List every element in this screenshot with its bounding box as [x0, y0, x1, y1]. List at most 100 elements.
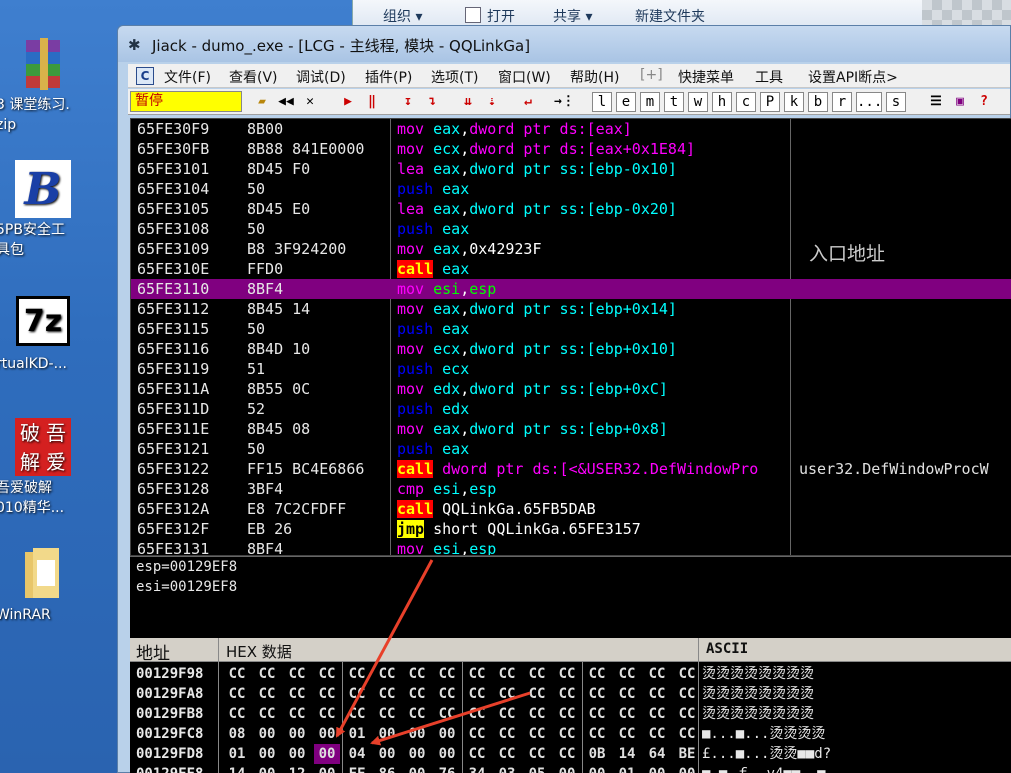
menu-shortcuts[interactable]: 快捷菜单 — [678, 67, 734, 87]
windows-button[interactable]: w — [688, 92, 708, 112]
hex-byte[interactable]: CC — [644, 684, 670, 704]
executable-modules-button[interactable]: e — [616, 92, 636, 112]
threads-button[interactable]: t — [664, 92, 684, 112]
hex-byte[interactable]: 01 — [344, 724, 370, 744]
hex-byte[interactable]: 00 — [584, 764, 610, 773]
menu-tools[interactable]: 工具 — [755, 67, 783, 87]
hex-byte[interactable]: CC — [494, 704, 520, 724]
hex-byte[interactable]: CC — [224, 664, 250, 684]
cpu-button[interactable]: c — [736, 92, 756, 112]
dump-row[interactable]: 00129FE8 14 00 12 00 FF 86 00 76 34 03 05 00 00 01 00 00… — [130, 764, 870, 773]
hex-byte[interactable]: CC — [674, 664, 700, 684]
pause-icon[interactable]: ‖ — [362, 92, 382, 112]
hex-byte[interactable]: 01 — [614, 764, 640, 773]
hex-byte[interactable]: CC — [614, 684, 640, 704]
disasm-row[interactable]: 65FE3116 8B4D 10 mov ecx,dword ptr ss:[ebp… — [131, 339, 1011, 359]
close-icon[interactable]: ✕ — [300, 92, 320, 112]
desktop-icon-5pb[interactable]: B 5PB安全工 具包 — [0, 160, 86, 260]
source-button[interactable]: s — [886, 92, 906, 112]
hex-byte[interactable]: 00 — [434, 744, 460, 764]
help-icon[interactable]: ? — [974, 92, 994, 112]
hex-byte[interactable]: 00 — [644, 764, 670, 773]
restart-icon[interactable]: ◀◀ — [276, 92, 296, 112]
hex-byte[interactable]: 03 — [494, 764, 520, 773]
hex-byte[interactable]: CC — [524, 704, 550, 724]
hex-byte[interactable]: CC — [524, 724, 550, 744]
menu-window[interactable]: 窗口(W) — [498, 67, 551, 87]
hex-byte[interactable]: CC — [344, 704, 370, 724]
disasm-row[interactable]: 65FE311A 8B55 0C mov edx,dword ptr ss:[ebp… — [131, 379, 1011, 399]
hex-byte[interactable]: CC — [284, 704, 310, 724]
hex-byte[interactable]: CC — [464, 684, 490, 704]
dump-row[interactable]: 00129F98 CC CC CC CC CC CC CC CC CC CC CC CC CC CC CC CC… — [130, 664, 870, 684]
memory-map-button[interactable]: m — [640, 92, 660, 112]
hex-byte[interactable]: CC — [464, 664, 490, 684]
hex-byte[interactable]: CC — [554, 744, 580, 764]
menu-file[interactable]: 文件(F) — [164, 67, 211, 87]
disasm-row[interactable]: 65FE311E 8B45 08 mov eax,dword ptr ss:[ebp… — [131, 419, 1011, 439]
hex-byte[interactable]: 00 — [314, 724, 340, 744]
hex-byte[interactable]: CC — [434, 684, 460, 704]
menu-api-breakpoint[interactable]: 设置API断点> — [808, 67, 898, 87]
disasm-row[interactable]: 65FE3128 3BF4 cmp esi,esp — [131, 479, 1011, 499]
hex-byte[interactable]: CC — [524, 664, 550, 684]
hex-byte[interactable]: 14 — [614, 744, 640, 764]
disasm-row[interactable]: 65FE312A E8 7C2CFDFF call QQLinkGa.65FB5DA… — [131, 499, 1011, 519]
hex-byte[interactable]: 00 — [284, 724, 310, 744]
dump-header-ascii[interactable]: ASCII — [706, 641, 748, 657]
run-trace-button[interactable]: ... — [856, 92, 882, 112]
hex-byte[interactable]: CC — [494, 744, 520, 764]
hex-byte[interactable]: 00 — [404, 744, 430, 764]
hex-byte[interactable]: 00 — [254, 724, 280, 744]
menu-view[interactable]: 查看(V) — [229, 67, 278, 87]
hex-byte[interactable]: CC — [434, 664, 460, 684]
menu-debug[interactable]: 调试(D) — [296, 67, 346, 87]
open-file-icon[interactable]: ▰ — [252, 92, 272, 112]
dump-row[interactable]: 00129FC8 08 00 00 00 01 00 00 00 CC CC CC CC CC CC CC CC… — [130, 724, 870, 744]
hex-byte[interactable]: 04 — [344, 744, 370, 764]
hex-byte[interactable]: CC — [314, 684, 340, 704]
hex-byte[interactable]: 34 — [464, 764, 490, 773]
hex-byte[interactable]: CC — [494, 664, 520, 684]
hex-byte[interactable]: CC — [584, 704, 610, 724]
hex-byte[interactable]: 00 — [674, 764, 700, 773]
hex-byte[interactable]: 00 — [284, 744, 310, 764]
hex-byte[interactable]: CC — [374, 684, 400, 704]
run-icon[interactable]: ▶ — [338, 92, 358, 112]
hex-byte[interactable]: CC — [494, 724, 520, 744]
hex-byte[interactable]: 00 — [254, 764, 280, 773]
hex-byte[interactable]: 00 — [404, 764, 430, 773]
hex-byte[interactable]: CC — [644, 724, 670, 744]
disasm-row[interactable]: 65FE30FB 8B88 841E0000 mov ecx,dword ptr d… — [131, 139, 1011, 159]
desktop-icon-zip[interactable]: 3 课堂练习. zip — [0, 35, 86, 135]
dump-row[interactable]: 00129FA8 CC CC CC CC CC CC CC CC CC CC CC CC CC CC CC CC… — [130, 684, 870, 704]
hex-byte[interactable]: CC — [524, 684, 550, 704]
disasm-row[interactable]: 65FE3112 8B45 14 mov eax,dword ptr ss:[ebp… — [131, 299, 1011, 319]
hex-byte[interactable]: CC — [554, 684, 580, 704]
dump-header-address[interactable]: 地址 — [136, 639, 170, 664]
dump-row[interactable]: 00129FD8 01 00 00 00 04 00 00 00 CC CC CC CC 0B 14 64 BE… — [130, 744, 870, 764]
desktop-icon-52pojie[interactable]: 破吾解爱 吾爱破解 010精华... — [0, 418, 86, 518]
disasm-row[interactable]: 65FE3122 FF15 BC4E6866 call dword ptr ds:[… — [131, 459, 1011, 479]
share-menu[interactable]: 共享 ▾ — [553, 6, 592, 26]
hex-byte[interactable]: 00 — [554, 764, 580, 773]
hex-byte[interactable]: FF — [344, 764, 370, 773]
hex-byte[interactable]: 76 — [434, 764, 460, 773]
hex-byte[interactable]: CC — [464, 744, 490, 764]
menu-help[interactable]: 帮助(H) — [570, 67, 619, 87]
hex-byte[interactable]: CC — [284, 664, 310, 684]
settings-icon[interactable]: ▣ — [950, 92, 970, 112]
hex-byte[interactable]: CC — [374, 664, 400, 684]
disasm-row[interactable]: 65FE3104 50 push eax — [131, 179, 1011, 199]
hex-byte[interactable]: CC — [584, 664, 610, 684]
hex-byte[interactable]: CC — [344, 664, 370, 684]
disasm-row[interactable]: 65FE312F EB 26 jmp short QQLinkGa.65FE3157 — [131, 519, 1011, 539]
hex-byte[interactable]: CC — [524, 744, 550, 764]
disasm-row[interactable]: 65FE3110 8BF4 mov esi,esp — [131, 279, 1011, 299]
hex-byte[interactable]: CC — [614, 664, 640, 684]
hex-byte[interactable]: CC — [644, 704, 670, 724]
hex-byte[interactable]: CC — [284, 684, 310, 704]
hex-byte[interactable]: CC — [404, 684, 430, 704]
execute-till-return-icon[interactable]: ↵ — [518, 92, 538, 112]
hex-byte[interactable]: BE — [674, 744, 700, 764]
